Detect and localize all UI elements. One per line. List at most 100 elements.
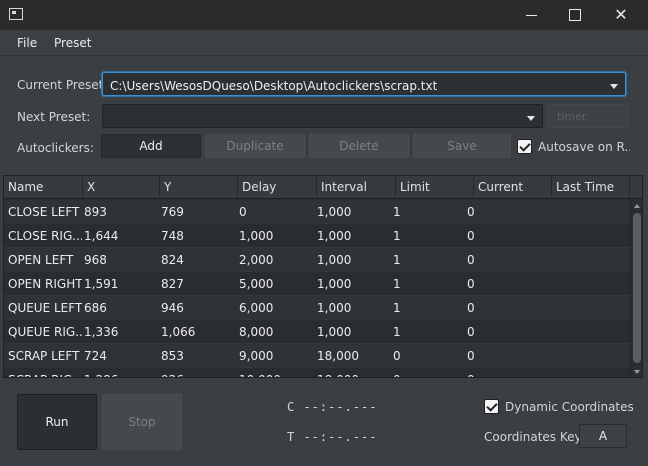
cell-limit: 0 [393,368,467,377]
autosave-label: Autosave on R... [538,140,630,154]
cell-current: 0 [467,349,475,363]
run-button[interactable]: Run [17,394,97,450]
column-header-x[interactable]: X [83,176,160,199]
add-button[interactable]: Add [101,134,201,158]
table-row[interactable]: OPEN RIGHT 1,591 827 5,000 1,000 1 0 [4,272,630,296]
cell-last-time [554,200,628,224]
column-header-limit[interactable]: Limit [396,176,474,199]
cell-delay: 2,000 [239,253,274,267]
cell-last-time [554,248,628,272]
cell-interval: 1,000 [317,301,352,315]
current-preset-combo[interactable]: C:\Users\WesosDQueso\Desktop\Autoclicker… [102,72,626,96]
cell-interval: 1,000 [317,229,352,243]
cell-last-time [554,296,628,320]
cell-limit: 1 [393,277,401,291]
close-button[interactable]: ✕ [598,0,644,30]
minimize-button[interactable] [508,0,554,30]
cell-current: 0 [467,253,475,267]
column-header-y[interactable]: Y [160,176,238,199]
column-header-name[interactable]: Name [4,176,83,199]
cell-delay: 9,000 [239,349,274,363]
cell-name: OPEN LEFT [8,253,74,267]
current-preset-value: C:\Users\WesosDQueso\Desktop\Autoclicker… [110,79,438,93]
cell-current: 0 [467,205,475,219]
cell-last-time [554,320,628,344]
app-window: ✕ File Preset Current Preset: C:\Users\W… [0,0,648,466]
table-row[interactable]: SCRAP LEFT 724 853 9,000 18,000 0 0 [4,344,630,368]
cell-interval: 1,000 [317,253,352,267]
cell-interval: 18,000 [317,368,391,377]
current-preset-label: Current Preset: [17,78,108,92]
cell-limit: 1 [393,325,401,339]
column-header-last-time[interactable]: Last Time [552,176,630,199]
cell-current: 0 [467,229,475,243]
autosave-checkbox[interactable] [517,139,532,154]
duplicate-button[interactable]: Duplicate [205,134,305,158]
next-preset-combo[interactable] [102,104,543,128]
column-header-current[interactable]: Current [474,176,552,199]
dynamic-coordinates-checkbox[interactable] [484,399,499,414]
cell-last-time [554,224,628,248]
total-timer: T --:--.--- [287,430,378,444]
column-header-interval[interactable]: Interval [317,176,396,199]
cell-x: 968 [84,253,107,267]
menu-preset[interactable]: Preset [54,36,91,50]
coordinates-key-input[interactable]: A [579,424,627,448]
cell-y: 1,066 [161,325,196,339]
cell-x: 1,336 [84,325,119,339]
cell-y: 853 [161,349,184,363]
cell-interval: 1,000 [317,325,352,339]
table-header: Name X Y Delay Interval Limit Current La… [4,176,642,199]
cell-y: 926 [161,368,235,377]
cell-current: 0 [467,368,541,377]
cell-name: OPEN RIGHT [8,277,82,291]
coordinates-key-label: Coordinates Key: [484,430,585,444]
scrollbar-thumb[interactable] [633,213,641,363]
title-bar: ✕ [0,0,648,30]
table-row[interactable]: CLOSE LEFT 893 769 0 1,000 1 0 [4,200,630,224]
maximize-button[interactable] [552,0,598,30]
cell-interval: 18,000 [317,349,359,363]
cell-y: 824 [161,253,184,267]
autoclickers-label: Autoclickers: [17,141,94,155]
scroll-down-icon[interactable] [634,370,640,374]
scroll-up-icon[interactable] [634,204,640,208]
next-preset-label: Next Preset: [17,110,91,124]
cell-x: 1,644 [84,229,119,243]
table-scrollbar[interactable] [630,200,642,377]
current-timer: C --:--.--- [287,400,378,414]
table-row[interactable]: QUEUE RIG... 1,336 1,066 8,000 1,000 1 0 [4,320,630,344]
menu-file[interactable]: File [17,36,37,50]
table-row[interactable]: QUEUE LEFT 686 946 6,000 1,000 1 0 [4,296,630,320]
save-button[interactable]: Save [413,134,511,158]
cell-name: SCRAP RIG... [8,368,82,377]
cell-y: 769 [161,205,184,219]
cell-limit: 0 [393,349,401,363]
table-body: CLOSE LEFT 893 769 0 1,000 1 0 CLOSE RIG... 1,64… [4,200,630,377]
cell-delay: 1,000 [239,229,274,243]
cell-last-time [554,368,628,377]
table-row[interactable]: SCRAP RIG...1,28692610,00018,00000 [4,368,630,377]
cell-y: 748 [161,229,184,243]
autoclickers-table: Name X Y Delay Interval Limit Current La… [3,175,643,378]
cell-name: CLOSE RIG... [8,229,82,243]
cell-delay: 6,000 [239,301,274,315]
column-header-delay[interactable]: Delay [238,176,317,199]
cell-x: 1,286 [84,368,158,377]
cell-current: 0 [467,301,475,315]
menu-bar: File Preset [0,30,648,56]
cell-x: 686 [84,301,107,315]
cell-delay: 8,000 [239,325,274,339]
cell-y: 827 [161,277,184,291]
timer-input[interactable]: timer [548,104,628,128]
stop-button[interactable]: Stop [102,394,182,450]
table-row[interactable]: OPEN LEFT 968 824 2,000 1,000 1 0 [4,248,630,272]
table-row[interactable]: CLOSE RIG... 1,644 748 1,000 1,000 1 0 [4,224,630,248]
cell-name: SCRAP LEFT [8,349,80,363]
cell-delay: 5,000 [239,277,274,291]
cell-y: 946 [161,301,184,315]
delete-button[interactable]: Delete [309,134,409,158]
cell-delay: 10,000 [239,368,313,377]
cell-limit: 1 [393,301,401,315]
chevron-down-icon [610,84,618,89]
